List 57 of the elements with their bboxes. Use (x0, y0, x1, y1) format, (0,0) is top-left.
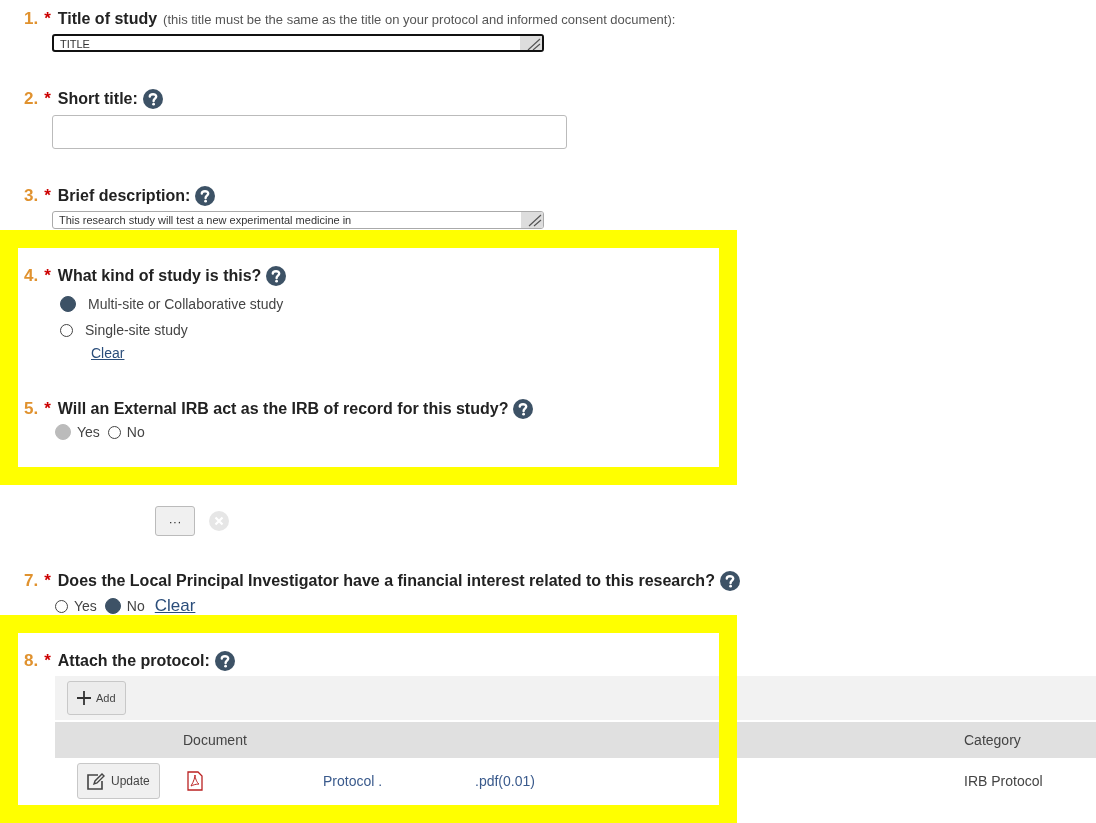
file-size-link[interactable]: .pdf(0.01) (475, 773, 964, 789)
radio-label: Single-site study (85, 322, 188, 338)
radio-button[interactable] (60, 323, 73, 337)
plus-icon (77, 691, 91, 705)
add-button[interactable]: Add (67, 681, 126, 715)
required-asterisk: * (44, 399, 51, 419)
clear-link[interactable]: Clear (91, 345, 125, 361)
question-number: 8. (24, 651, 39, 671)
radio-label: Multi-site or Collaborative study (88, 296, 284, 312)
edit-icon (87, 772, 105, 790)
question-note: (this title must be the same as the title on your protocol and informed consent document): (163, 11, 676, 27)
required-asterisk: * (44, 186, 51, 206)
table-cell-text: IRB Protocol (964, 773, 1044, 789)
radio-button[interactable] (55, 599, 68, 613)
text-area[interactable]: This research study will test a new experimental medicine in (52, 211, 544, 229)
required-asterisk: * (44, 651, 51, 671)
question-label: Short title: (57, 90, 138, 108)
help-icon[interactable] (214, 651, 235, 671)
radio-button[interactable] (107, 425, 121, 439)
question-number: 5. (24, 399, 39, 419)
document-link[interactable]: Protocol . (323, 773, 475, 789)
question-number: 3. (24, 186, 39, 206)
required-asterisk: * (44, 9, 51, 29)
radio-label: Yes (74, 598, 97, 614)
radio-label: No (126, 598, 145, 614)
help-icon[interactable] (142, 89, 163, 109)
input-field[interactable] (52, 115, 567, 149)
required-asterisk: * (44, 89, 51, 109)
question-label: Title of study (57, 10, 158, 28)
resize-grip-icon[interactable] (520, 36, 542, 50)
question-label: Does the Local Principal Investigator have a financial interest related to this research? (57, 572, 715, 590)
question-number: 4. (24, 266, 39, 286)
help-icon[interactable] (719, 571, 740, 591)
question-label: Attach the protocol: (57, 652, 210, 670)
question-label: What kind of study is this? (57, 267, 262, 285)
question-number: 2. (24, 89, 39, 109)
help-icon[interactable] (195, 186, 216, 206)
required-asterisk: * (44, 571, 51, 591)
question-label: Brief description: (57, 187, 191, 205)
pdf-file-icon (187, 771, 203, 791)
required-asterisk: * (44, 266, 51, 286)
update-button[interactable]: Update (77, 763, 160, 799)
resize-grip-icon[interactable] (521, 212, 543, 228)
text-area[interactable]: TITLE (52, 34, 544, 52)
radio-label: No (126, 424, 145, 440)
question-label: Will an External IRB act as the IRB of record for this study? (57, 400, 509, 418)
question-number: 7. (24, 571, 39, 591)
radio-button[interactable] (104, 598, 121, 614)
column-header: Document (183, 732, 248, 748)
column-header: Category (964, 732, 1022, 748)
question-number: 1. (24, 9, 39, 29)
clear-link[interactable]: Clear (154, 596, 196, 616)
help-icon[interactable] (266, 266, 287, 286)
help-icon[interactable] (513, 399, 534, 419)
radio-button[interactable] (60, 296, 76, 312)
radio-label: Yes (77, 424, 100, 440)
browse-button[interactable]: ··· (155, 506, 195, 536)
